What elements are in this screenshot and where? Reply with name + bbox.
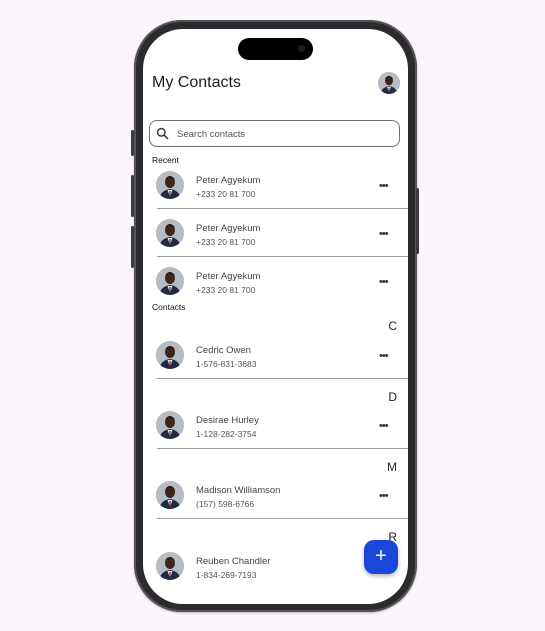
contact-name: Peter Agyekum — [196, 223, 261, 234]
add-icon: + — [375, 545, 387, 567]
contact-phone: +233 20 81 700 — [196, 189, 256, 199]
side-button — [131, 226, 134, 268]
contact-name: Peter Agyekum — [196, 271, 261, 282]
contact-phone: +233 20 81 700 — [196, 237, 256, 247]
contact-name: Desirae Hurley — [196, 415, 259, 426]
divider — [157, 448, 408, 449]
add-contact-button[interactable]: + — [364, 540, 398, 574]
divider — [157, 518, 408, 519]
contact-name: Reuben Chandler — [196, 556, 271, 567]
more-options-icon[interactable]: ••• — [379, 228, 389, 240]
contact-avatar — [156, 481, 184, 509]
contact-name: Cedric Owen — [196, 345, 251, 356]
app-screen: My Contacts Recent Peter Agyekum +233 20… — [143, 29, 408, 604]
contact-phone: 1-576-831-3683 — [196, 359, 257, 369]
contact-avatar — [156, 219, 184, 247]
search-field[interactable] — [149, 120, 400, 147]
divider — [157, 378, 408, 379]
contact-phone: +233 20 81 700 — [196, 285, 256, 295]
page-title: My Contacts — [152, 74, 241, 91]
more-options-icon[interactable]: ••• — [379, 350, 389, 362]
divider — [157, 208, 408, 209]
recent-section-label: Recent — [152, 155, 179, 165]
contact-name: Peter Agyekum — [196, 175, 261, 186]
side-button — [416, 188, 419, 254]
more-options-icon[interactable]: ••• — [379, 180, 389, 192]
side-button — [131, 130, 134, 156]
more-options-icon[interactable]: ••• — [379, 490, 389, 502]
more-options-icon[interactable]: ••• — [379, 420, 389, 432]
dynamic-island — [238, 38, 313, 60]
contacts-section-label: Contacts — [152, 302, 186, 312]
search-icon — [156, 127, 169, 140]
contact-avatar — [156, 171, 184, 199]
contact-phone: 1-128-282-3754 — [196, 429, 257, 439]
contact-avatar — [156, 411, 184, 439]
contact-name: Madison Williamson — [196, 485, 281, 496]
camera-icon — [298, 45, 305, 52]
contact-phone: (157) 598-6766 — [196, 499, 255, 509]
group-letter: C — [388, 319, 397, 333]
more-options-icon[interactable]: ••• — [379, 276, 389, 288]
side-button — [131, 175, 134, 217]
contact-avatar — [156, 341, 184, 369]
contact-avatar — [156, 552, 184, 580]
divider — [157, 256, 408, 257]
group-letter: M — [387, 460, 397, 474]
search-input[interactable] — [175, 125, 379, 144]
user-avatar-icon[interactable] — [378, 72, 400, 94]
contact-avatar — [156, 267, 184, 295]
group-letter: D — [388, 390, 397, 404]
contact-phone: 1-834-269-7193 — [196, 570, 257, 580]
